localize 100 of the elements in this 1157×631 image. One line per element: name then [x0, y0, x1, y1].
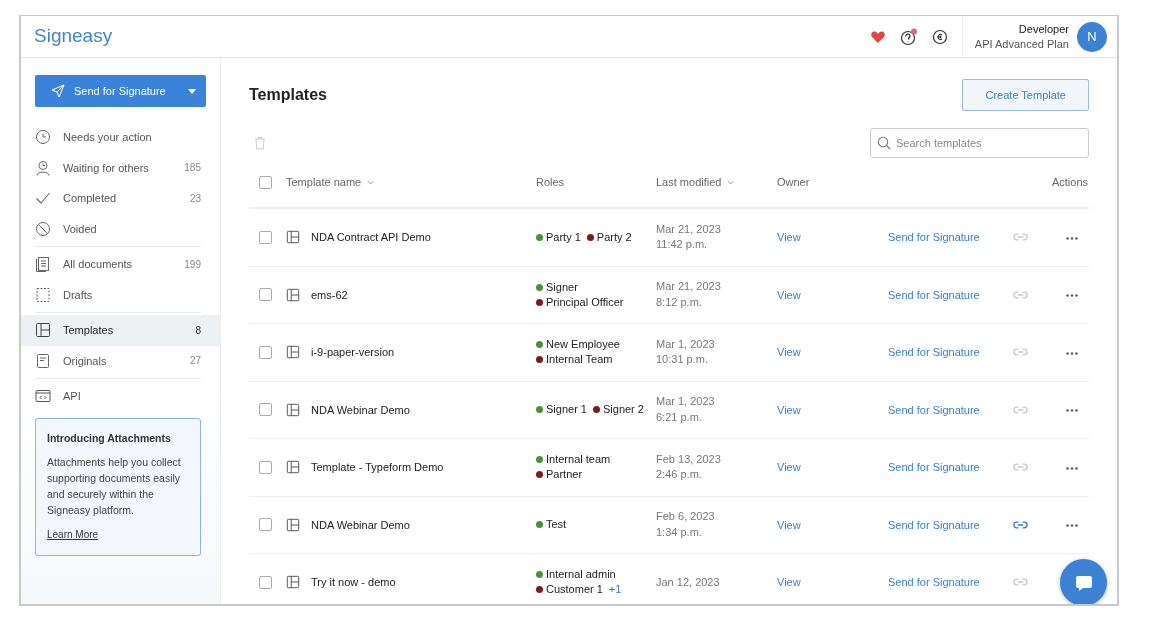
row-checkbox[interactable]	[259, 575, 272, 589]
role-name: Signer 2	[603, 403, 644, 416]
more-icon[interactable]	[1066, 466, 1078, 470]
layout-icon	[286, 230, 300, 245]
time-text: 11:42 p.m.	[656, 237, 709, 253]
row-checkbox[interactable]	[259, 230, 272, 244]
sidebar-item[interactable]: Templates 8	[21, 315, 220, 346]
view-link[interactable]: View	[777, 574, 801, 591]
template-name: i-9-paper-version	[311, 345, 395, 360]
documents-icon	[35, 256, 51, 273]
select-all-checkbox[interactable]	[259, 175, 272, 189]
sidebar-item[interactable]: API	[21, 381, 220, 412]
date-text: Mar 1, 2023	[656, 394, 716, 410]
chevron-icon[interactable]	[727, 179, 735, 185]
role-name: Internal Team	[546, 353, 613, 366]
sidebar-item[interactable]: Drafts	[21, 279, 220, 310]
time-text: 10:31 p.m.	[656, 352, 709, 368]
more-icon[interactable]	[1066, 351, 1078, 355]
prohibited-icon	[35, 220, 51, 237]
caret-icon	[188, 88, 196, 94]
user-name: Developer	[1017, 21, 1069, 37]
send-for-signature-link[interactable]: Send for Signature	[888, 344, 980, 361]
code-window-icon	[35, 388, 51, 405]
layout-icon	[35, 322, 51, 339]
more-icon[interactable]	[1066, 524, 1078, 528]
layout-icon	[286, 517, 300, 532]
layout-icon	[286, 460, 300, 475]
date-text: Mar 21, 2023	[656, 221, 722, 237]
date-text: Feb 6, 2023	[656, 509, 716, 525]
row-checkbox[interactable]	[259, 345, 272, 359]
column-header: Roles	[536, 174, 566, 190]
link-icon[interactable]	[1013, 519, 1028, 530]
more-icon[interactable]	[1066, 294, 1078, 298]
role-name: Party 2	[596, 230, 632, 243]
sidebar-item[interactable]: Originals 27	[21, 345, 220, 376]
sidebar-item[interactable]: Needs your action	[21, 122, 220, 153]
template-name: NDA Webinar Demo	[311, 517, 410, 533]
column-header[interactable]: Last modified	[656, 173, 722, 191]
sidebar-item[interactable]: Voided	[21, 213, 220, 244]
view-link[interactable]: View	[777, 229, 801, 246]
help-icon[interactable]	[899, 27, 918, 46]
send-for-signature-button[interactable]: Send for Signature	[35, 75, 206, 107]
role-name: Partner	[546, 468, 583, 481]
plan-name: API Advanced Plan	[974, 36, 1069, 52]
chevron-icon[interactable]	[367, 179, 375, 185]
more-icon[interactable]	[1066, 236, 1078, 240]
sidebar-item[interactable]: Completed 23	[21, 183, 220, 214]
chat-button[interactable]	[1060, 559, 1107, 604]
send-for-signature-link[interactable]: Send for Signature	[888, 459, 980, 476]
search-icon	[877, 136, 891, 150]
heart-icon[interactable]	[869, 28, 886, 45]
sidebar-item[interactable]: Waiting for others 185	[21, 152, 220, 183]
date-text: Mar 21, 2023	[656, 279, 722, 295]
send-for-signature-link[interactable]: Send for Signature	[888, 574, 980, 591]
view-link[interactable]: View	[777, 459, 801, 476]
row-checkbox[interactable]	[259, 403, 272, 417]
avatar[interactable]: N	[1077, 21, 1107, 52]
role-name: Internal admin	[546, 568, 616, 581]
promo-text: Attachments help you collect supporting documents easily and securely within the Signeasy platform.	[47, 455, 182, 518]
time-text: 6:21 p.m.	[656, 409, 703, 425]
dashed-square-icon	[35, 286, 51, 303]
send-for-signature-link[interactable]: Send for Signature	[888, 401, 980, 418]
learn-more-link[interactable]: Learn More	[47, 529, 99, 541]
person-icon	[35, 159, 51, 176]
send-for-signature-link[interactable]: Send for Signature	[888, 516, 980, 533]
view-link[interactable]: View	[777, 286, 801, 303]
trash-icon[interactable]	[254, 136, 266, 150]
view-link[interactable]: View	[777, 401, 801, 418]
layout-icon	[286, 575, 300, 590]
page-title: Templates	[249, 85, 327, 105]
sidebar-item[interactable]: All documents 199	[21, 249, 220, 280]
row-checkbox[interactable]	[259, 518, 272, 532]
view-link[interactable]: View	[777, 344, 801, 361]
template-name: NDA Webinar Demo	[311, 402, 410, 418]
send-for-signature-link[interactable]: Send for Signature	[888, 229, 980, 246]
date-text: Jan 12, 2023	[656, 574, 721, 590]
template-name: NDA Contract API Demo	[311, 230, 431, 245]
promo-title: Introducing Attachments	[47, 430, 172, 446]
row-checkbox[interactable]	[259, 288, 272, 302]
layout-icon	[286, 287, 300, 302]
role-name: Signer	[546, 280, 578, 293]
view-link[interactable]: View	[777, 516, 801, 533]
role-name: Test	[546, 518, 567, 531]
row-checkbox[interactable]	[259, 460, 272, 474]
more-roles-link[interactable]: +1	[608, 583, 622, 596]
role-name: Customer 1	[546, 583, 603, 596]
logo[interactable]: Signeasy	[34, 22, 113, 51]
create-template-button[interactable]: Create Template	[962, 79, 1089, 111]
more-icon[interactable]	[1066, 409, 1078, 413]
role-name: Internal team	[546, 453, 611, 466]
send-for-signature-link[interactable]: Send for Signature	[888, 286, 980, 303]
send-icon	[51, 84, 65, 98]
role-name: Signer 1	[546, 403, 587, 416]
role-name: New Employee	[546, 338, 620, 351]
time-text: 2:46 p.m.	[656, 467, 703, 483]
column-header: Actions	[1050, 174, 1088, 190]
search-field[interactable]: Search templates	[870, 128, 1089, 158]
template-name: Try it now - demo	[311, 575, 396, 590]
column-header[interactable]: Template name	[286, 173, 362, 191]
template-name: Template - Typeform Demo	[311, 460, 444, 475]
